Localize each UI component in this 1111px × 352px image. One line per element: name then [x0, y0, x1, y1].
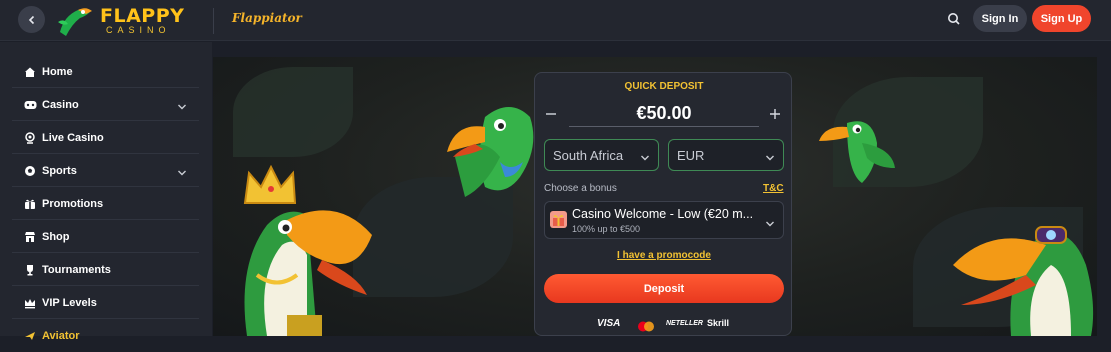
sidebar-item-label: Home: [42, 65, 73, 78]
neteller-logo: NETELLER: [666, 320, 703, 327]
shop-icon: [23, 230, 37, 244]
sidebar-item-label: Sports: [42, 164, 77, 177]
soccer-ball-icon: [23, 164, 37, 178]
flying-parrot-illustration: [819, 121, 895, 183]
sidebar-item-home[interactable]: Home: [12, 56, 199, 88]
chevron-down-icon: [640, 151, 650, 161]
sidebar-item-promotions[interactable]: Promotions: [12, 188, 199, 220]
sidebar-item-tournaments[interactable]: Tournaments: [12, 254, 199, 286]
flappiator-game-logo[interactable]: Flappiator: [232, 11, 302, 25]
search-icon: [948, 13, 960, 25]
sidebar-item-live-casino[interactable]: Live Casino: [12, 122, 199, 154]
home-icon: [23, 65, 37, 79]
chevron-left-icon: [28, 15, 34, 24]
sidebar-item-label: Aviator: [42, 330, 80, 342]
live-icon: [23, 131, 37, 145]
sidebar-item-label: VIP Levels: [42, 296, 97, 309]
king-toucan-illustration: [243, 165, 372, 336]
sidebar-item-sports[interactable]: Sports: [12, 155, 199, 187]
visa-logo: VISA: [597, 318, 621, 329]
back-button[interactable]: [18, 6, 45, 33]
sidebar-item-label: Promotions: [42, 197, 104, 210]
plane-icon: [23, 329, 37, 343]
sidebar-item-vip-levels[interactable]: VIP Levels: [12, 287, 199, 319]
sidebar-item-label: Casino: [42, 98, 79, 111]
chevron-down-icon: [765, 151, 775, 161]
bonus-select[interactable]: Casino Welcome - Low (€20 m... 100% up t…: [544, 201, 784, 239]
sidebar-nav: Home Casino Live Casino Sports Promotion…: [0, 42, 212, 342]
crown-icon: [23, 296, 37, 310]
decrease-amount-button[interactable]: [545, 107, 557, 119]
skrill-logo: Skrill: [707, 318, 730, 328]
country-select[interactable]: South Africa: [544, 139, 659, 171]
sidebar-item-shop[interactable]: Shop: [12, 221, 199, 253]
green-parrot-illustration: [447, 107, 534, 197]
payment-methods: VISA NETELLER Skrill: [535, 318, 793, 332]
terms-link[interactable]: T&C: [763, 183, 784, 194]
promocode-link[interactable]: I have a promocode: [535, 250, 793, 261]
sidebar-item-label: Shop: [42, 230, 70, 243]
mastercard-logo: [637, 319, 655, 332]
minus-icon: [546, 113, 556, 115]
parrot-logo-icon: [58, 8, 92, 36]
brand-name: FLAPPY: [100, 5, 185, 27]
increase-amount-button[interactable]: [769, 107, 781, 119]
top-header: FLAPPY CASINO Flappiator Sign In Sign Up: [0, 0, 1111, 41]
plus-icon: [770, 109, 780, 119]
header-divider: [213, 8, 214, 34]
gamepad-icon: [23, 98, 37, 112]
chevron-down-icon: [177, 165, 187, 176]
sidebar-item-aviator[interactable]: Aviator: [12, 320, 199, 352]
chevron-down-icon: [765, 216, 775, 227]
brand-subtitle: CASINO: [106, 25, 171, 35]
sign-in-button[interactable]: Sign In: [973, 5, 1027, 32]
gift-icon: [550, 211, 567, 228]
flappy-casino-logo[interactable]: FLAPPY CASINO: [56, 2, 186, 38]
choose-bonus-label: Choose a bonus: [544, 183, 617, 194]
country-value: South Africa: [553, 147, 624, 163]
goggles-toucan-illustration: [953, 226, 1094, 336]
gift-icon: [23, 197, 37, 211]
quick-deposit-panel: QUICK DEPOSIT €50.00 South Africa EUR Ch…: [534, 72, 792, 336]
sign-up-button[interactable]: Sign Up: [1032, 5, 1091, 32]
search-button[interactable]: [945, 10, 963, 28]
sidebar-item-label: Live Casino: [42, 131, 104, 144]
deposit-button[interactable]: Deposit: [544, 274, 784, 303]
sidebar-item-casino[interactable]: Casino: [12, 89, 199, 121]
sidebar-item-label: Tournaments: [42, 263, 111, 276]
bonus-subtitle: 100% up to €500: [572, 224, 641, 234]
quick-deposit-title: QUICK DEPOSIT: [624, 81, 704, 92]
currency-select[interactable]: EUR: [668, 139, 784, 171]
foliage-decoration: [233, 67, 353, 157]
trophy-icon: [23, 263, 37, 277]
bonus-title: Casino Welcome - Low (€20 m...: [572, 207, 754, 221]
currency-value: EUR: [677, 147, 705, 163]
chevron-down-icon: [177, 99, 187, 110]
deposit-amount-input[interactable]: €50.00: [569, 103, 759, 127]
